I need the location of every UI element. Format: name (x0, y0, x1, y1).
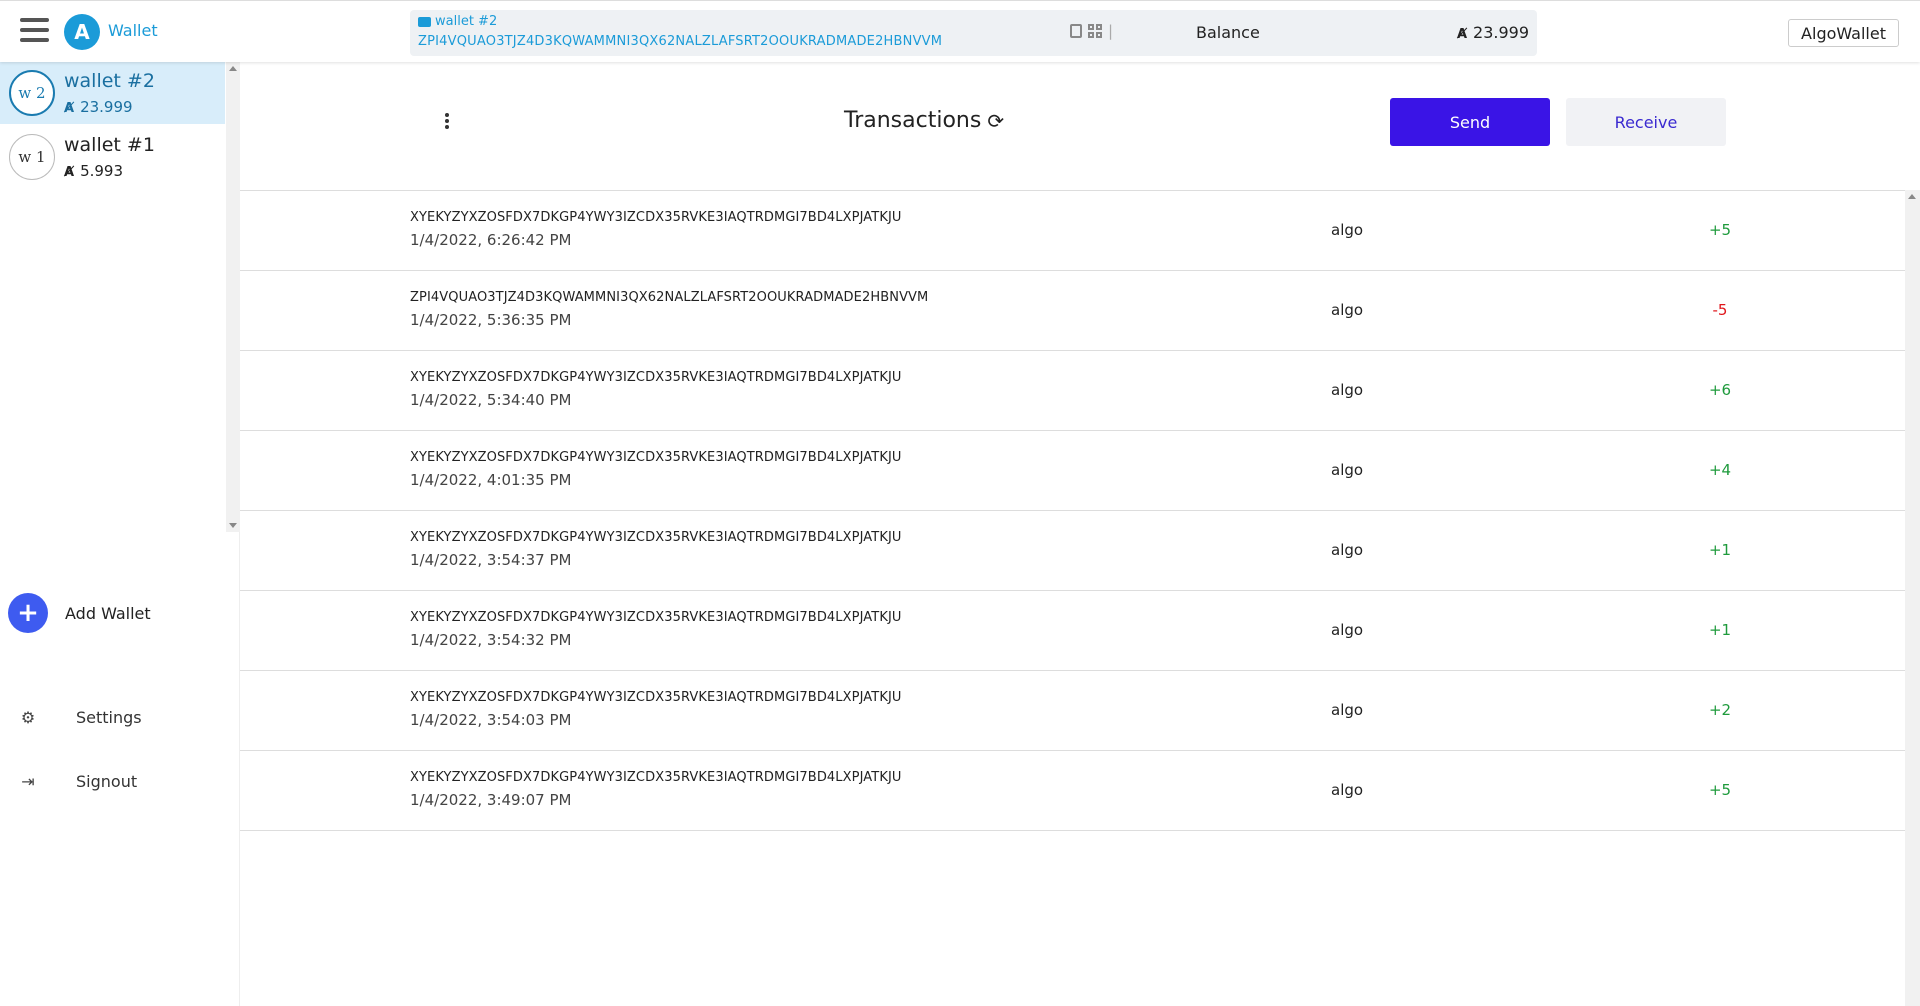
transaction-date: 1/4/2022, 5:36:35 PM (410, 311, 572, 329)
wallet-balance: Ⱥ 23.999 (64, 98, 133, 116)
transaction-amount: +5 (1708, 221, 1732, 239)
transaction-amount: -5 (1712, 301, 1728, 319)
transactions-title-text: Transactions (844, 108, 982, 133)
wallet-address: ZPI4VQUAO3TJZ4D3KQWAMMNI3QX62NALZLAFSRT2… (418, 34, 943, 49)
transaction-amount: +6 (1708, 381, 1732, 399)
transaction-row[interactable]: XYEKYZYXZOSFDX7DKGP4YWY3IZCDX35RVKE3IAQT… (240, 510, 1905, 590)
signout-link[interactable]: ⇥ Signout (20, 769, 137, 793)
transaction-date: 1/4/2022, 3:54:03 PM (410, 711, 572, 729)
wallet-name: wallet #2 (64, 70, 155, 92)
wallet-balance: Ⱥ 5.993 (64, 162, 123, 180)
sidebar: w 2 wallet #2 Ⱥ 23.999 w 1 wallet #1 Ⱥ 5.9… (0, 62, 240, 1006)
main-scrollbar[interactable] (1905, 190, 1920, 1006)
transaction-row[interactable]: XYEKYZYXZOSFDX7DKGP4YWY3IZCDX35RVKE3IAQT… (240, 750, 1905, 831)
copy-icon[interactable] (1070, 24, 1082, 38)
transaction-row[interactable]: ZPI4VQUAO3TJZ4D3KQWAMMNI3QX62NALZLAFSRT2… (240, 270, 1905, 350)
transaction-address: ZPI4VQUAO3TJZ4D3KQWAMMNI3QX62NALZLAFSRT2… (410, 290, 929, 305)
algorand-logo-icon: A (64, 14, 100, 50)
algo-icon: Ⱥ (64, 101, 75, 116)
transaction-amount: +1 (1708, 541, 1732, 559)
transaction-amount: +5 (1708, 781, 1732, 799)
wallet-balance-value: 23.999 (80, 98, 133, 116)
algo-icon: Ⱥ (1456, 27, 1468, 42)
transaction-amount: +2 (1708, 701, 1732, 719)
settings-link[interactable]: ⚙ Settings (20, 705, 142, 729)
wallet-name: wallet #1 (64, 134, 155, 156)
receive-button[interactable]: Receive (1566, 98, 1726, 146)
transaction-address: XYEKYZYXZOSFDX7DKGP4YWY3IZCDX35RVKE3IAQT… (410, 530, 902, 545)
sidebar-scrollbar[interactable] (226, 62, 240, 532)
transaction-address: XYEKYZYXZOSFDX7DKGP4YWY3IZCDX35RVKE3IAQT… (410, 450, 902, 465)
wallet-item-1[interactable]: w 1 wallet #1 Ⱥ 5.993 (0, 126, 225, 188)
signout-label: Signout (76, 771, 138, 791)
app-brand[interactable]: Wallet (108, 21, 158, 40)
transaction-asset: algo (1331, 621, 1364, 639)
main-content: Transactions ⟳ Send Receive XYEKYZYXZOSF… (240, 62, 1920, 1006)
transaction-asset: algo (1331, 781, 1364, 799)
transaction-date: 1/4/2022, 3:54:37 PM (410, 551, 572, 569)
transaction-row[interactable]: XYEKYZYXZOSFDX7DKGP4YWY3IZCDX35RVKE3IAQT… (240, 190, 1905, 270)
transaction-date: 1/4/2022, 5:34:40 PM (410, 391, 572, 409)
transaction-row[interactable]: XYEKYZYXZOSFDX7DKGP4YWY3IZCDX35RVKE3IAQT… (240, 350, 1905, 430)
menu-icon[interactable] (20, 18, 49, 42)
transaction-asset: algo (1331, 301, 1364, 319)
transaction-date: 1/4/2022, 4:01:35 PM (410, 471, 572, 489)
scroll-down-icon[interactable] (229, 523, 237, 528)
transaction-row[interactable]: XYEKYZYXZOSFDX7DKGP4YWY3IZCDX35RVKE3IAQT… (240, 670, 1905, 750)
balance-amount: 23.999 (1473, 23, 1529, 42)
transaction-list: XYEKYZYXZOSFDX7DKGP4YWY3IZCDX35RVKE3IAQT… (240, 190, 1905, 1006)
transaction-date: 1/4/2022, 3:54:32 PM (410, 631, 572, 649)
transaction-date: 1/4/2022, 3:49:07 PM (410, 791, 572, 809)
balance-label: Balance (1196, 23, 1260, 42)
wallet-list: w 2 wallet #2 Ⱥ 23.999 w 1 wallet #1 Ⱥ 5.9… (0, 62, 225, 532)
transactions-title: Transactions ⟳ (844, 108, 1004, 133)
transaction-address: XYEKYZYXZOSFDX7DKGP4YWY3IZCDX35RVKE3IAQT… (410, 610, 902, 625)
wallet-item-2[interactable]: w 2 wallet #2 Ⱥ 23.999 (0, 62, 225, 124)
top-bar: A Wallet wallet #2 ZPI4VQUAO3TJZ4D3KQWAM… (0, 0, 1920, 62)
transaction-asset: algo (1331, 701, 1364, 719)
transaction-asset: algo (1331, 381, 1364, 399)
address-box: wallet #2 ZPI4VQUAO3TJZ4D3KQWAMMNI3QX62N… (410, 10, 1537, 56)
gear-icon: ⚙ (20, 707, 36, 727)
algo-icon: Ⱥ (64, 165, 75, 180)
account-button[interactable]: AlgoWallet (1788, 19, 1899, 47)
transaction-asset: algo (1331, 221, 1364, 239)
address-wallet-label: wallet #2 (435, 14, 498, 29)
signout-icon: ⇥ (21, 771, 35, 791)
transaction-asset: algo (1331, 541, 1364, 559)
more-options-icon[interactable] (436, 110, 458, 132)
transaction-address: XYEKYZYXZOSFDX7DKGP4YWY3IZCDX35RVKE3IAQT… (410, 770, 902, 785)
balance-value: Ⱥ 23.999 (1457, 23, 1529, 42)
avatar: w 2 (9, 70, 55, 116)
settings-label: Settings (76, 707, 142, 727)
transaction-asset: algo (1331, 461, 1364, 479)
address-wallet-name: wallet #2 (418, 14, 497, 29)
transaction-amount: +1 (1708, 621, 1732, 639)
transaction-row[interactable]: XYEKYZYXZOSFDX7DKGP4YWY3IZCDX35RVKE3IAQT… (240, 430, 1905, 510)
transaction-address: XYEKYZYXZOSFDX7DKGP4YWY3IZCDX35RVKE3IAQT… (410, 690, 902, 705)
wallet-balance-value: 5.993 (80, 162, 124, 180)
transaction-row[interactable]: XYEKYZYXZOSFDX7DKGP4YWY3IZCDX35RVKE3IAQT… (240, 590, 1905, 670)
scroll-up-icon[interactable] (1908, 194, 1916, 199)
transaction-date: 1/4/2022, 6:26:42 PM (410, 231, 572, 249)
qr-code-icon[interactable] (1088, 24, 1102, 38)
avatar: w 1 (9, 134, 55, 180)
address-actions: | (1070, 22, 1113, 40)
transaction-address: XYEKYZYXZOSFDX7DKGP4YWY3IZCDX35RVKE3IAQT… (410, 210, 902, 225)
transaction-amount: +4 (1708, 461, 1732, 479)
scroll-up-icon[interactable] (229, 66, 237, 71)
add-wallet-label: Add Wallet (65, 603, 151, 623)
plus-icon: + (8, 593, 48, 633)
send-button[interactable]: Send (1390, 98, 1550, 146)
add-wallet-button[interactable]: + Add Wallet (8, 593, 151, 633)
separator: | (1108, 22, 1114, 40)
transaction-address: XYEKYZYXZOSFDX7DKGP4YWY3IZCDX35RVKE3IAQT… (410, 370, 902, 385)
wallet-icon (418, 16, 431, 27)
refresh-icon[interactable]: ⟳ (987, 109, 1004, 133)
